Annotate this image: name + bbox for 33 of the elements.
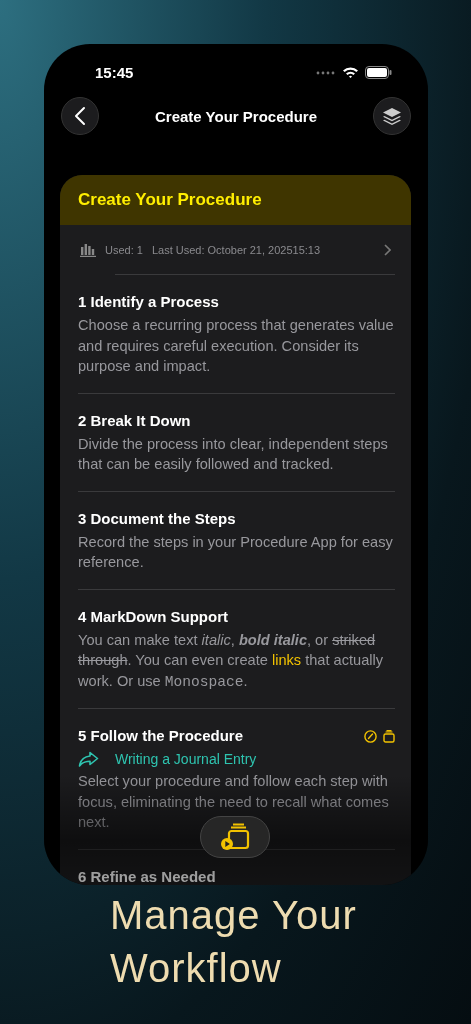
step-title: 4 MarkDown Support — [78, 607, 228, 626]
step-description: Choose a recurring process that generates value and requires careful execution. Consider its purpose and impact. — [78, 316, 395, 376]
step-title: 6 Refine as Needed — [78, 867, 216, 885]
journal-entry-link[interactable]: Writing a Journal Entry — [115, 751, 257, 767]
last-used-date: Last Used: October 21, 202515:13 — [151, 244, 321, 256]
play-stack-icon — [220, 823, 250, 851]
chevron-right-icon — [384, 244, 391, 256]
wifi-icon — [342, 66, 359, 79]
stack-icon — [383, 729, 395, 743]
step-description: Record the steps in your Procedure App for easy reference. — [78, 532, 394, 572]
bar-chart-icon — [80, 243, 96, 257]
back-button[interactable] — [61, 97, 99, 135]
layers-button[interactable] — [373, 97, 411, 135]
signal-icon — [316, 70, 336, 75]
step-description: Select your procedure and follow each step with focus, eliminating the need to recall what comes next. — [78, 772, 390, 832]
usage-count: Used: 1 — [105, 244, 143, 256]
step-title: 3 Document the Steps — [78, 509, 236, 528]
gauge-icon — [364, 729, 377, 743]
battery-icon — [365, 66, 392, 79]
back-chevron-icon — [74, 106, 86, 126]
usage-row[interactable]: Used: 1 Last Used: October 21, 202515:13 — [60, 225, 411, 275]
layers-icon — [382, 106, 402, 126]
step-title: 5 Follow the Procedure — [78, 727, 244, 745]
step-title: 2 Break It Down — [78, 411, 191, 430]
step-description: You can make text italic, bold italic, or striked through. You can even create links that actually work. Or use Monospace. — [78, 630, 385, 692]
marketing-caption: Manage Your Workflow — [110, 892, 358, 992]
screen-title: Create Your Procedure — [155, 107, 317, 125]
procedure-title: Create Your Procedure — [78, 190, 262, 210]
step-description: Divide the process into clear, independent steps that can be easily followed and tracked. — [78, 434, 389, 474]
step-title: 1 Identify a Process — [78, 293, 219, 311]
text-link[interactable]: links — [271, 652, 302, 668]
share-arrow-icon — [78, 751, 99, 767]
status-time: 15:45 — [95, 64, 134, 81]
